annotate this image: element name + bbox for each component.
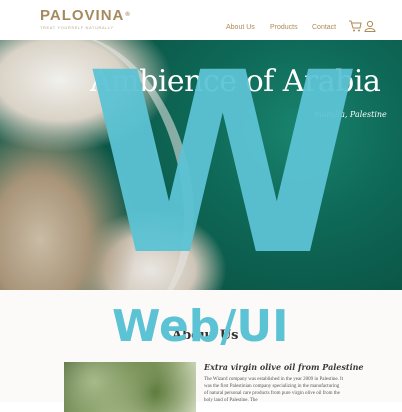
watermark-text: Web/UI — [112, 301, 289, 352]
olive-tree-photo — [64, 362, 196, 412]
company-description: The Wizard company was established in th… — [204, 377, 344, 403]
user-icon[interactable] — [364, 20, 376, 32]
olive-oil-heading: Extra virgin olive oil from Palestine — [204, 362, 364, 372]
watermark-letter: W — [85, 19, 361, 310]
